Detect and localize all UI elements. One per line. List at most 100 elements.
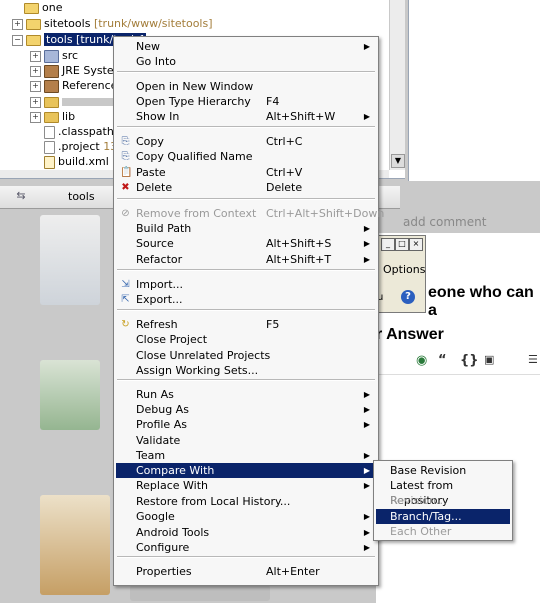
menu-item-export[interactable]: ⇱ Export... [116, 292, 376, 307]
menu-separator [117, 556, 375, 558]
quote-icon[interactable]: “ [438, 353, 447, 368]
menu-item-shortcut: Ctrl+Alt+Shift+Down [266, 207, 385, 220]
tree-item-src[interactable]: + src [30, 48, 78, 63]
hierarchy-icon[interactable]: ⇆ [14, 189, 28, 203]
menu-item-import[interactable]: ⇲ Import... [116, 277, 376, 292]
menu-item-label: Close Unrelated Projects [136, 349, 271, 362]
add-comment-link[interactable]: add comment [403, 215, 486, 229]
menu-item-configure[interactable]: Configure ▶ [116, 540, 376, 555]
expand-toggle-icon[interactable]: + [30, 111, 41, 123]
menu-item-refresh[interactable]: ↻ Refresh F5 [116, 317, 376, 332]
folder-icon [44, 111, 59, 123]
list-icon[interactable]: ☰ [528, 353, 538, 366]
menu-item-debug-as[interactable]: Debug As ▶ [116, 402, 376, 417]
library-icon [44, 64, 59, 78]
close-icon[interactable]: × [409, 238, 423, 251]
submenu-item-latest-from-repository[interactable]: Latest from Repository [376, 478, 510, 507]
menu-item-assign-working-sets[interactable]: Assign Working Sets... [116, 363, 376, 378]
menu-item-restore-from-local-history[interactable]: Restore from Local History... [116, 494, 376, 509]
submenu-arrow-icon: ▶ [363, 112, 370, 121]
menu-item-source[interactable]: Source Alt+Shift+S ▶ [116, 236, 376, 251]
options-menu[interactable]: Options [383, 263, 425, 276]
menu-item-label: Profile As [136, 418, 187, 431]
link-icon[interactable]: ◉ [416, 353, 427, 368]
menu-item-paste[interactable]: 📋 Paste Ctrl+V [116, 165, 376, 180]
library-icon [44, 79, 59, 93]
vertical-scrollbar[interactable]: ▼ [389, 0, 405, 170]
context-menu: New ▶ Go Into Open in New Window Open Type H… [113, 36, 384, 586]
submenu-item-label: Revision... [390, 494, 447, 507]
tree-item-referenced[interactable]: + Referenced [30, 78, 124, 93]
project-icon [24, 2, 39, 14]
menu-item-compare-with[interactable]: Compare With ▶ [116, 463, 376, 478]
menu-item-properties[interactable]: Properties Alt+Enter [116, 564, 376, 579]
blurred-desktop-icon [40, 360, 100, 430]
menu-item-replace-with[interactable]: Replace With ▶ [116, 478, 376, 493]
menu-item-label: Android Tools [136, 526, 210, 539]
expand-toggle-icon[interactable]: + [30, 80, 41, 92]
collapse-toggle-icon[interactable]: − [12, 34, 23, 46]
xml-file-icon [44, 155, 55, 169]
submenu-arrow-icon: ▶ [363, 512, 370, 521]
menu-item-copy[interactable]: ⎘ Copy Ctrl+C [116, 134, 376, 149]
expand-toggle-icon[interactable]: + [30, 96, 41, 108]
submenu-item-label: Base Revision [390, 464, 467, 477]
menu-item-open-type-hierarchy[interactable]: Open Type Hierarchy F4 [116, 94, 376, 109]
menu-item-refactor[interactable]: Refactor Alt+Shift+T ▶ [116, 252, 376, 267]
help-icon[interactable]: ? [401, 290, 415, 304]
expand-toggle-icon[interactable]: + [12, 18, 23, 30]
menu-item-profile-as[interactable]: Profile As ▶ [116, 417, 376, 432]
delete-icon: ✖ [121, 182, 130, 193]
menu-item-new[interactable]: New ▶ [116, 39, 376, 54]
menu-item-delete[interactable]: ✖ Delete Delete [116, 180, 376, 195]
copy-icon: ⎘ [121, 151, 130, 162]
menu-item-close-unrelated-projects[interactable]: Close Unrelated Projects [116, 348, 376, 363]
menu-item-open-in-new-window[interactable]: Open in New Window [116, 79, 376, 94]
image-icon[interactable]: ▣ [484, 353, 494, 366]
tree-item-sitetools[interactable]: + sitetools [trunk/www/sitetools] [12, 16, 213, 31]
menu-item-label: Properties [136, 565, 192, 578]
expand-toggle-icon[interactable]: + [30, 50, 41, 62]
submenu-item-branch-tag[interactable]: Branch/Tag... [376, 509, 510, 524]
submenu-arrow-icon: ▶ [363, 255, 370, 264]
submenu-item-base-revision[interactable]: Base Revision [376, 463, 510, 478]
minimize-icon[interactable]: _ [381, 238, 395, 251]
small-dialog: _ □ × Options u ? [376, 235, 426, 313]
menu-item-shortcut: Ctrl+C [266, 135, 303, 148]
menu-item-team[interactable]: Team ▶ [116, 448, 376, 463]
menu-item-android-tools[interactable]: Android Tools ▶ [116, 525, 376, 540]
submenu-arrow-icon: ▶ [363, 543, 370, 552]
submenu-arrow-icon: ▶ [363, 42, 370, 51]
tree-item-one[interactable]: one [24, 0, 62, 15]
menu-item-copy-qualified-name[interactable]: ⎘ Copy Qualified Name [116, 149, 376, 164]
tree-item-blurred[interactable]: + [30, 94, 117, 109]
blurred-desktop-icon [40, 215, 100, 305]
file-icon [44, 140, 55, 154]
menu-item-validate[interactable]: Validate [116, 433, 376, 448]
export-icon: ⇱ [121, 294, 130, 305]
menu-item-label: Refresh [136, 318, 178, 331]
menu-item-google[interactable]: Google ▶ [116, 509, 376, 524]
menu-item-label: Configure [136, 541, 190, 554]
tree-item-lib[interactable]: + lib [30, 109, 75, 124]
menu-item-close-project[interactable]: Close Project [116, 332, 376, 347]
menu-item-build-path[interactable]: Build Path ▶ [116, 221, 376, 236]
code-icon[interactable]: {} [460, 353, 479, 368]
submenu-item-label: Each Other [390, 525, 452, 538]
copy-icon: ⎘ [121, 136, 130, 147]
menu-item-remove-from-context[interactable]: ⊘ Remove from Context Ctrl+Alt+Shift+Down [116, 206, 384, 221]
menu-item-go-into[interactable]: Go Into [116, 54, 376, 69]
submenu-item-revision[interactable]: Revision... [376, 493, 510, 508]
menu-item-label: New [136, 40, 160, 53]
tree-item-jre[interactable]: + JRE System [30, 63, 124, 78]
menu-item-label: Close Project [136, 333, 208, 346]
maximize-icon[interactable]: □ [395, 238, 409, 251]
scroll-down-icon[interactable]: ▼ [391, 154, 405, 168]
menu-item-run-as[interactable]: Run As ▶ [116, 387, 376, 402]
menu-item-show-in[interactable]: Show In Alt+Shift+W ▶ [116, 109, 376, 124]
menu-item-label: Show In [136, 110, 180, 123]
tab-tools[interactable]: tools [68, 190, 95, 203]
expand-toggle-icon[interactable]: + [30, 65, 41, 77]
right-panel [408, 0, 540, 181]
submenu-item-each-other[interactable]: Each Other [376, 524, 510, 539]
